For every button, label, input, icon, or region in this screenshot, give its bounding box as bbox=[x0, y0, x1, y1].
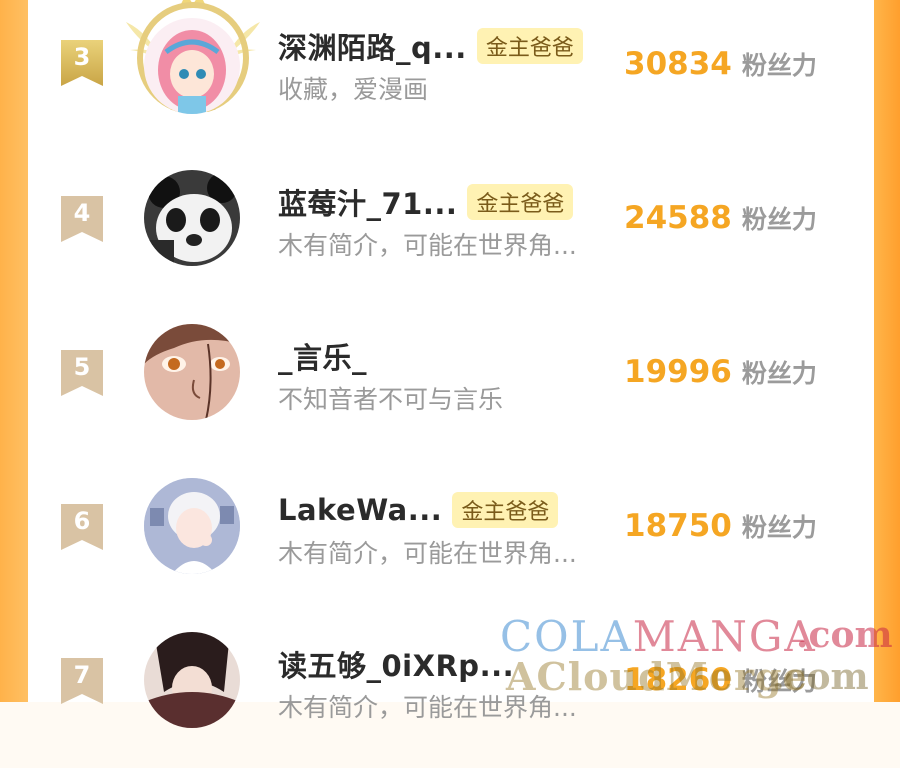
fan-power: 24588 粉丝力 bbox=[624, 200, 817, 240]
fan-power-value: 24588 bbox=[624, 200, 732, 236]
rank-number: 7 bbox=[73, 661, 91, 689]
user-name[interactable]: LakeWa... bbox=[278, 493, 442, 527]
rank-badge: 7 bbox=[61, 658, 103, 706]
left-orange-frame bbox=[0, 0, 28, 702]
dark-hair-avatar-icon[interactable] bbox=[144, 632, 240, 728]
fan-power: 30834 粉丝力 bbox=[624, 46, 817, 86]
user-bio: 木有简介，可能在世界角... bbox=[278, 693, 577, 722]
fan-power-unit: 粉丝力 bbox=[741, 667, 817, 696]
fan-power-value: 19996 bbox=[624, 354, 732, 390]
fan-power-unit: 粉丝力 bbox=[741, 51, 817, 80]
rank-number: 5 bbox=[73, 353, 91, 381]
rank-badge: 3 bbox=[61, 40, 103, 88]
right-orange-frame bbox=[874, 0, 900, 702]
user-name-line: LakeWa... 金主爸爸 bbox=[278, 490, 559, 530]
user-bio: 不知音者不可与言乐 bbox=[278, 385, 504, 414]
user-name[interactable]: 读五够_0iXRp... bbox=[278, 643, 514, 685]
list-item[interactable]: 7 读五够_0iXRp... 木有简介，可能在世界角... 18260 粉丝力 bbox=[28, 614, 874, 768]
list-item[interactable]: 5 _言乐_ 不知音者不可与言乐 19996 粉丝力 bbox=[28, 306, 874, 460]
user-name[interactable]: 深渊陌路_q... bbox=[278, 25, 467, 67]
fan-power: 18260 粉丝力 bbox=[624, 662, 817, 702]
panda-avatar-icon[interactable] bbox=[144, 170, 240, 266]
list-item[interactable]: 3 深渊陌路_q... 金主爸爸 收藏，爱漫画 30834 粉丝力 bbox=[28, 0, 874, 152]
user-name-line: 深渊陌路_q... 金主爸爸 bbox=[278, 26, 583, 66]
fan-power-unit: 粉丝力 bbox=[741, 205, 817, 234]
white-hair-boy-avatar-icon[interactable] bbox=[144, 478, 240, 574]
user-bio: 木有简介，可能在世界角... bbox=[278, 231, 577, 260]
fan-power-value: 30834 bbox=[624, 46, 732, 82]
face-closeup-avatar-icon[interactable] bbox=[144, 324, 240, 420]
fan-power-unit: 粉丝力 bbox=[741, 513, 817, 542]
user-name[interactable]: 蓝莓汁_71... bbox=[278, 181, 457, 223]
fan-power-unit: 粉丝力 bbox=[741, 359, 817, 388]
fan-power: 19996 粉丝力 bbox=[624, 354, 817, 394]
rank-badge: 5 bbox=[61, 350, 103, 398]
user-bio: 收藏，爱漫画 bbox=[278, 75, 429, 104]
anime-girl-avatar-icon[interactable] bbox=[144, 18, 240, 114]
user-name-line: 蓝莓汁_71... 金主爸爸 bbox=[278, 181, 574, 223]
fan-power-value: 18750 bbox=[624, 508, 732, 544]
user-name[interactable]: _言乐_ bbox=[278, 335, 367, 377]
sponsor-badge: 金主爸爸 bbox=[452, 492, 559, 528]
list-item[interactable]: 6 LakeWa... 金主爸爸 木有简介，可能在世界角... 18750 粉丝… bbox=[28, 460, 874, 614]
user-bio: 木有简介，可能在世界角... bbox=[278, 539, 577, 568]
sponsor-badge: 金主爸爸 bbox=[476, 28, 583, 64]
rank-badge: 4 bbox=[61, 196, 103, 244]
rank-number: 3 bbox=[73, 43, 91, 71]
fan-power-value: 18260 bbox=[624, 662, 732, 698]
fan-power: 18750 粉丝力 bbox=[624, 508, 817, 548]
sponsor-badge: 金主爸爸 bbox=[467, 184, 574, 220]
user-name-line: _言乐_ bbox=[278, 336, 367, 376]
list-item[interactable]: 4 蓝莓汁_71... 金主爸爸 木有简介，可能在世界角... 24588 粉丝… bbox=[28, 152, 874, 306]
user-name-line: 读五够_0iXRp... bbox=[278, 644, 514, 684]
ranking-list: 3 深渊陌路_q... 金主爸爸 收藏，爱漫画 30834 粉丝力 4 蓝莓汁_… bbox=[28, 0, 874, 728]
rank-badge: 6 bbox=[61, 504, 103, 552]
rank-number: 6 bbox=[73, 507, 91, 535]
rank-number: 4 bbox=[73, 199, 91, 227]
